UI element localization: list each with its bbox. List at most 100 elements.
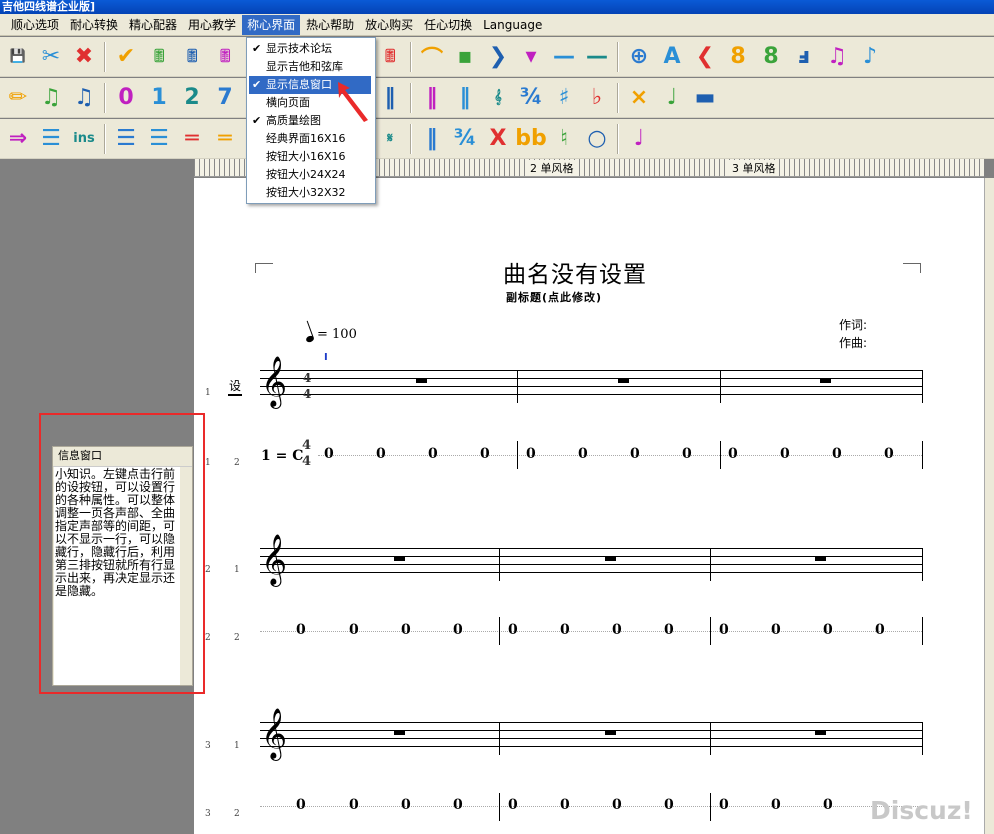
tab-rest-digit[interactable]: 0	[453, 797, 463, 813]
toolbar-button[interactable]: 🎚	[143, 41, 175, 73]
staff-1[interactable]	[260, 370, 923, 402]
toolbar-button[interactable]: ins	[68, 123, 100, 155]
composer-label[interactable]: 作曲:	[839, 334, 867, 351]
menu-item[interactable]: 顺心选项	[6, 15, 64, 35]
toolbar-button[interactable]: 8	[755, 41, 787, 73]
toolbar-button[interactable]: —	[581, 41, 613, 73]
tab-rest-digit[interactable]: 0	[560, 797, 570, 813]
tab-rest-digit[interactable]: 0	[780, 446, 790, 462]
staff-2[interactable]	[260, 548, 923, 580]
menu-option[interactable]: ✔ 显示技术论坛	[247, 40, 375, 58]
toolbar-button[interactable]: ▪	[449, 41, 481, 73]
tab-rest-digit[interactable]: 0	[682, 446, 692, 462]
toolbar-button[interactable]: ▾	[515, 41, 547, 73]
toolbar-button[interactable]: ❮	[689, 41, 721, 73]
toolbar-button[interactable]: ♯	[548, 82, 580, 114]
tab-rest-digit[interactable]: 0	[823, 797, 833, 813]
tab-rest-digit[interactable]: 0	[771, 797, 781, 813]
tab-rest-digit[interactable]: 0	[719, 797, 729, 813]
tab-rest-digit[interactable]: 0	[508, 622, 518, 638]
tab-rest-digit[interactable]: 0	[401, 622, 411, 638]
toolbar-button[interactable]: ‖	[374, 82, 406, 114]
toolbar-button[interactable]: ☰	[35, 123, 67, 155]
toolbar-button[interactable]: 🎚	[209, 41, 241, 73]
toolbar-button[interactable]: —	[548, 41, 580, 73]
tab-rest-digit[interactable]: 0	[664, 622, 674, 638]
toolbar-button[interactable]: ✂	[35, 41, 67, 73]
toolbar-button[interactable]: ✏	[2, 82, 34, 114]
toolbar-button[interactable]: ▬	[689, 82, 721, 114]
toolbar-button[interactable]: ♫	[35, 82, 67, 114]
tab-rest-digit[interactable]: 0	[719, 622, 729, 638]
toolbar-button[interactable]: 7	[209, 82, 241, 114]
menu-option[interactable]: 按钮大小32X32	[247, 184, 375, 202]
tab-rest-digit[interactable]: 0	[884, 446, 894, 462]
tempo-marking[interactable]: = 100	[305, 327, 357, 344]
toolbar-button[interactable]: ✖	[68, 41, 100, 73]
toolbar-button[interactable]: 2	[176, 82, 208, 114]
toolbar-button[interactable]: ✔	[110, 41, 142, 73]
toolbar-button[interactable]: 🎚	[176, 41, 208, 73]
tab-rest-digit[interactable]: 0	[560, 622, 570, 638]
toolbar-button[interactable]: ⇒	[2, 123, 34, 155]
tab-rest-digit[interactable]: 0	[428, 446, 438, 462]
toolbar-button[interactable]: ☰	[143, 123, 175, 155]
tab-rest-digit[interactable]: 0	[453, 622, 463, 638]
toolbar-button[interactable]: ═	[176, 123, 208, 155]
tab-rest-digit[interactable]: 0	[664, 797, 674, 813]
toolbar-button[interactable]: A	[656, 41, 688, 73]
toolbar-button[interactable]: ⌒	[416, 41, 448, 73]
tab-rest-digit[interactable]: 0	[832, 446, 842, 462]
tab-rest-digit[interactable]: 0	[296, 797, 306, 813]
menu-item[interactable]: 用心教学	[183, 15, 241, 35]
tab-rest-digit[interactable]: 0	[630, 446, 640, 462]
toolbar-button[interactable]: ‖	[449, 82, 481, 114]
menu-option[interactable]: 经典界面16X16	[247, 130, 375, 148]
toolbar-button[interactable]: ⅎ	[788, 41, 820, 73]
toolbar-button[interactable]: ¾	[449, 123, 481, 155]
toolbar-button[interactable]: 0	[110, 82, 142, 114]
staff-3[interactable]	[260, 722, 923, 754]
song-title[interactable]: 曲名没有设置	[503, 255, 647, 289]
tab-rest-digit[interactable]: 0	[771, 622, 781, 638]
song-subtitle[interactable]: 副标题(点此修改)	[506, 289, 602, 305]
tab-rest-digit[interactable]: 0	[578, 446, 588, 462]
vertical-scrollbar[interactable]	[984, 178, 994, 834]
toolbar-button[interactable]: ×	[623, 82, 655, 114]
key-signature[interactable]: 1 = C	[261, 448, 303, 464]
toolbar-button[interactable]: ❯	[482, 41, 514, 73]
toolbar-button[interactable]: ♩	[656, 82, 688, 114]
menu-option[interactable]: 按钮大小16X16	[247, 148, 375, 166]
row-set-button[interactable]: 设	[228, 377, 243, 396]
toolbar-button[interactable]: 8	[722, 41, 754, 73]
tab-rest-digit[interactable]: 0	[480, 446, 490, 462]
toolbar-button[interactable]: 𝄞	[482, 82, 514, 114]
toolbar-button[interactable]: 𝄋	[374, 123, 406, 155]
tab-rest-digit[interactable]: 0	[612, 797, 622, 813]
toolbar-button[interactable]: bb	[515, 123, 547, 155]
toolbar-button[interactable]: X	[482, 123, 514, 155]
toolbar-button[interactable]: ⊕	[623, 41, 655, 73]
toolbar-button[interactable]: ♫	[821, 41, 853, 73]
toolbar-button[interactable]: 💾	[2, 41, 34, 73]
toolbar-button[interactable]: ♫	[68, 82, 100, 114]
tab-rest-digit[interactable]: 0	[728, 446, 738, 462]
tab-rest-digit[interactable]: 0	[349, 797, 359, 813]
menu-item[interactable]: 热心帮助	[301, 15, 359, 35]
lyricist-label[interactable]: 作词:	[839, 316, 867, 333]
tab-rest-digit[interactable]: 0	[612, 622, 622, 638]
menu-item[interactable]: 耐心转换	[65, 15, 123, 35]
toolbar-button[interactable]: ♪	[854, 41, 886, 73]
tab-rest-digit[interactable]: 0	[875, 622, 885, 638]
tab-rest-digit[interactable]: 0	[526, 446, 536, 462]
tab-rest-digit[interactable]: 0	[376, 446, 386, 462]
tab-rest-digit[interactable]: 0	[296, 622, 306, 638]
toolbar-button[interactable]: ♭	[581, 82, 613, 114]
toolbar-button[interactable]: ‖	[416, 82, 448, 114]
toolbar-button[interactable]: ¾	[515, 82, 547, 114]
tab-rest-digit[interactable]: 0	[349, 622, 359, 638]
toolbar-button[interactable]: 1	[143, 82, 175, 114]
tab-rest-digit[interactable]: 0	[401, 797, 411, 813]
toolbar-button[interactable]: ♮	[548, 123, 580, 155]
menu-option[interactable]: 按钮大小24X24	[247, 166, 375, 184]
